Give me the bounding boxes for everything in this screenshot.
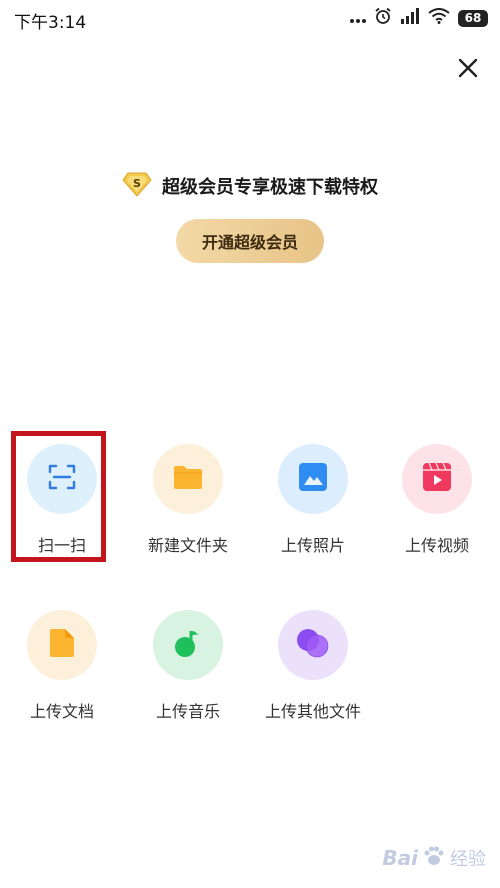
action-label-new-folder: 新建文件夹 xyxy=(147,536,228,555)
open-super-vip-button[interactable]: 开通超级会员 xyxy=(176,219,324,263)
other-files-icon xyxy=(295,627,331,663)
photo-icon xyxy=(298,462,328,496)
action-upload-music[interactable]: 上传音乐 xyxy=(126,610,250,740)
close-button[interactable] xyxy=(452,54,484,86)
paw-icon xyxy=(422,844,446,872)
signal-icon xyxy=(400,8,420,28)
more-dots-icon xyxy=(350,9,366,28)
folder-circle xyxy=(153,444,223,514)
vip-badge-icon: S xyxy=(122,171,152,201)
music-icon xyxy=(174,628,202,662)
vip-badge-letter: S xyxy=(133,177,141,190)
action-new-folder[interactable]: 新建文件夹 xyxy=(126,444,250,574)
status-icons: 68 xyxy=(350,7,488,29)
action-label-upload-photo: 上传照片 xyxy=(280,536,345,555)
status-time: 下午3:14 xyxy=(14,13,87,33)
document-icon xyxy=(49,628,75,662)
action-upload-document[interactable]: 上传文档 xyxy=(0,610,124,740)
alarm-icon xyxy=(374,7,392,29)
folder-icon xyxy=(173,464,203,494)
action-label-upload-document: 上传文档 xyxy=(29,702,94,721)
action-label-upload-video: 上传视频 xyxy=(404,536,469,555)
action-label-upload-other-files: 上传其他文件 xyxy=(264,702,361,721)
scan-icon xyxy=(48,464,76,494)
photo-circle xyxy=(278,444,348,514)
battery-icon: 68 xyxy=(458,9,488,27)
action-label-scan: 扫一扫 xyxy=(37,536,86,555)
action-upload-other-files[interactable]: 上传其他文件 xyxy=(251,610,375,740)
document-circle xyxy=(27,610,97,680)
vip-banner-text: 超级会员专享极速下载特权 xyxy=(162,177,378,198)
vip-banner: S 超级会员专享极速下载特权 xyxy=(0,170,500,202)
action-upload-photo[interactable]: 上传照片 xyxy=(251,444,375,574)
watermark-brand-suffix: 经验 xyxy=(450,849,486,870)
close-icon xyxy=(458,58,478,82)
music-circle xyxy=(153,610,223,680)
scan-circle xyxy=(27,444,97,514)
video-circle xyxy=(402,444,472,514)
action-upload-video[interactable]: 上传视频 xyxy=(375,444,499,574)
watermark-brand-prefix: Bai xyxy=(382,846,418,870)
video-icon xyxy=(422,462,452,496)
action-label-upload-music: 上传音乐 xyxy=(155,702,220,721)
other-files-circle xyxy=(278,610,348,680)
watermark: Bai 经验 xyxy=(382,838,486,878)
status-bar: 下午3:14 68 xyxy=(0,0,500,36)
wifi-icon xyxy=(428,8,450,28)
action-scan[interactable]: 扫一扫 xyxy=(0,444,124,574)
